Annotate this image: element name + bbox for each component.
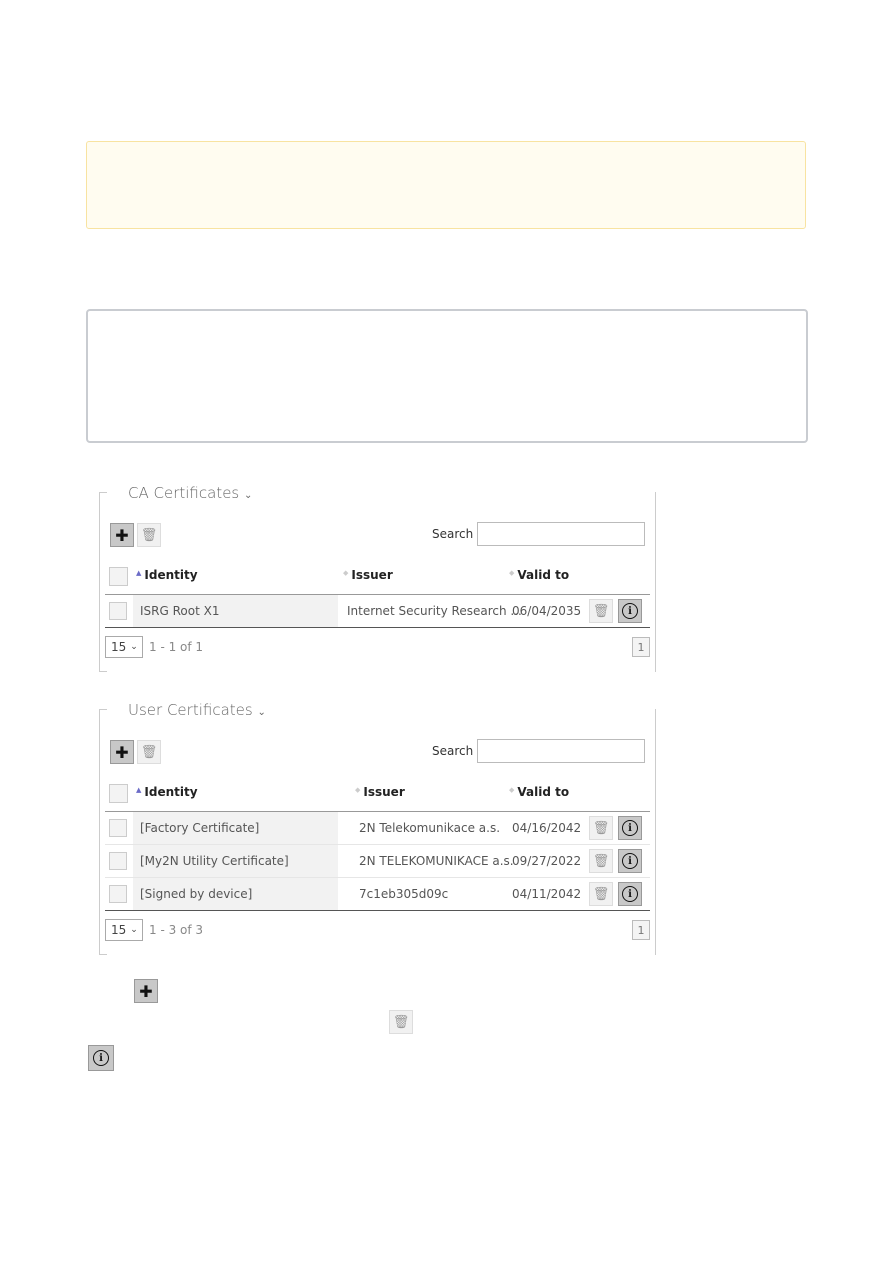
add-certificate-button[interactable]: ✚ bbox=[110, 523, 134, 547]
page-button[interactable]: 1 bbox=[632, 637, 650, 657]
info-circle-icon: i bbox=[622, 820, 638, 836]
chevron-down-icon: ⌄ bbox=[130, 925, 138, 935]
delete-selected-button[interactable]: 🗑 bbox=[137, 740, 161, 764]
column-valid-to[interactable]: ◆ Valid to bbox=[509, 568, 569, 582]
row-checkbox[interactable] bbox=[109, 885, 127, 903]
delete-selected-button[interactable]: 🗑 bbox=[137, 523, 161, 547]
info-box bbox=[86, 309, 808, 443]
info-button[interactable]: i bbox=[618, 882, 642, 906]
search-input[interactable] bbox=[477, 522, 645, 546]
valid-to-cell: 06/04/2035 bbox=[512, 604, 582, 618]
info-circle-icon: i bbox=[622, 853, 638, 869]
delete-row-button[interactable]: 🗑 bbox=[589, 849, 613, 873]
chevron-down-icon: ⌄ bbox=[130, 642, 138, 652]
select-all-checkbox[interactable] bbox=[109, 784, 128, 803]
trash-icon: 🗑 bbox=[389, 1010, 413, 1034]
trash-icon: 🗑 bbox=[592, 603, 610, 619]
row-checkbox[interactable] bbox=[109, 602, 127, 620]
delete-row-button[interactable]: 🗑 bbox=[589, 816, 613, 840]
column-issuer[interactable]: ◆ Issuer bbox=[343, 568, 393, 582]
valid-to-cell: 04/16/2042 bbox=[512, 821, 582, 835]
valid-to-cell: 09/27/2022 bbox=[512, 854, 582, 868]
sort-asc-icon: ▲ bbox=[136, 569, 142, 577]
chevron-down-icon: ⌄ bbox=[244, 490, 253, 501]
column-identity[interactable]: ▲ Identity bbox=[136, 785, 198, 799]
column-identity[interactable]: ▲ Identity bbox=[136, 568, 198, 582]
identity-cell: [My2N Utility Certificate] bbox=[140, 854, 289, 868]
sort-arrows-icon: ◆ bbox=[509, 786, 515, 794]
row-checkbox[interactable] bbox=[109, 819, 127, 837]
info-circle-icon: i bbox=[622, 603, 638, 619]
warning-box bbox=[86, 141, 806, 229]
delete-row-button[interactable]: 🗑 bbox=[589, 882, 613, 906]
page-size-select[interactable]: 15 ⌄ bbox=[105, 919, 143, 941]
column-valid-to[interactable]: ◆ Valid to bbox=[509, 785, 569, 799]
page-range: 1 - 3 of 3 bbox=[149, 923, 204, 937]
section-title[interactable]: User Certificates ⌄ bbox=[126, 701, 268, 719]
chevron-down-icon: ⌄ bbox=[257, 707, 266, 718]
info-button[interactable]: i bbox=[618, 849, 642, 873]
issuer-cell: 2N Telekomunikace a.s. bbox=[359, 821, 501, 835]
valid-to-cell: 04/11/2042 bbox=[512, 887, 582, 901]
identity-cell: ISRG Root X1 bbox=[140, 604, 220, 618]
info-button[interactable]: i bbox=[618, 599, 642, 623]
table-row: [Signed by device] 7c1eb305d09c 04/11/20… bbox=[105, 878, 650, 911]
issuer-cell: 7c1eb305d09c bbox=[359, 887, 449, 901]
identity-cell: [Factory Certificate] bbox=[140, 821, 260, 835]
identity-cell: [Signed by device] bbox=[140, 887, 253, 901]
sort-arrows-icon: ◆ bbox=[343, 569, 349, 577]
trash-icon: 🗑 bbox=[592, 820, 610, 836]
trash-icon: 🗑 bbox=[592, 853, 610, 869]
page-button[interactable]: 1 bbox=[632, 920, 650, 940]
search-input[interactable] bbox=[477, 739, 645, 763]
table-row: ISRG Root X1 Internet Security Research … bbox=[105, 595, 650, 628]
row-checkbox[interactable] bbox=[109, 852, 127, 870]
table-row: [My2N Utility Certificate] 2N TELEKOMUNI… bbox=[105, 845, 650, 878]
section-title[interactable]: CA Certificates ⌄ bbox=[126, 484, 255, 502]
issuer-cell: Internet Security Research ... bbox=[347, 604, 522, 618]
search-label: Search bbox=[432, 527, 474, 541]
table-row: [Factory Certificate] 2N Telekomunikace … bbox=[105, 812, 650, 845]
info-circle-icon: i bbox=[88, 1045, 114, 1071]
plus-icon: ✚ bbox=[134, 979, 158, 1003]
page-range: 1 - 1 of 1 bbox=[149, 640, 204, 654]
info-button[interactable]: i bbox=[618, 816, 642, 840]
trash-icon: 🗑 bbox=[592, 886, 610, 902]
issuer-cell: 2N TELEKOMUNIKACE a.s. bbox=[359, 854, 514, 868]
delete-row-button[interactable]: 🗑 bbox=[589, 599, 613, 623]
info-circle-icon: i bbox=[622, 886, 638, 902]
search-label: Search bbox=[432, 744, 474, 758]
add-certificate-button[interactable]: ✚ bbox=[110, 740, 134, 764]
sort-arrows-icon: ◆ bbox=[355, 786, 361, 794]
sort-arrows-icon: ◆ bbox=[509, 569, 515, 577]
column-issuer[interactable]: ◆ Issuer bbox=[355, 785, 405, 799]
select-all-checkbox[interactable] bbox=[109, 567, 128, 586]
page-size-select[interactable]: 15 ⌄ bbox=[105, 636, 143, 658]
sort-asc-icon: ▲ bbox=[136, 786, 142, 794]
